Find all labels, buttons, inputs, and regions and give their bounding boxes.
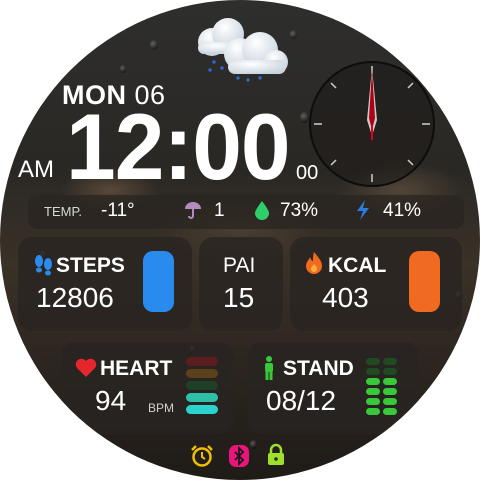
flame-icon	[306, 252, 322, 274]
weather-snow-cloud-icon	[198, 18, 288, 82]
alarm-clock-icon[interactable]	[190, 444, 214, 468]
heart-unit: BPM	[148, 401, 175, 415]
pai-value: 15	[223, 282, 255, 313]
temp-label: TEMP.	[44, 204, 83, 219]
rain-drop	[150, 40, 158, 50]
footprints-icon	[35, 255, 52, 276]
clock-time: 12:00	[66, 94, 291, 199]
battery-value: 41%	[383, 200, 422, 221]
kcal-value: 403	[322, 282, 369, 313]
bluetooth-icon[interactable]	[228, 444, 250, 468]
heart-zone-bar	[186, 381, 218, 390]
rain-drop	[250, 440, 257, 449]
standing-person-icon	[265, 356, 273, 380]
battery-bolt-icon	[357, 200, 369, 220]
kcal-progress-pill	[409, 251, 440, 312]
pai-label: PAI	[223, 254, 256, 277]
kcal-label: KCAL	[328, 254, 387, 277]
ampm-indicator: AM	[18, 156, 54, 183]
steps-value: 12806	[36, 282, 114, 313]
temperature-value: -11°	[101, 200, 135, 221]
rain-drop	[120, 65, 126, 73]
heart-zone-bar	[186, 405, 218, 414]
stand-hours-grid	[366, 358, 397, 415]
heart-zone-bar	[186, 393, 218, 402]
precipitation-value: 1	[214, 200, 225, 221]
umbrella-icon	[185, 202, 201, 219]
humidity-drop-icon	[255, 201, 269, 220]
steps-progress-pill	[143, 251, 174, 312]
heart-icon	[75, 358, 97, 377]
humidity-value: 73%	[280, 200, 319, 221]
lock-icon[interactable]	[265, 443, 287, 467]
compass-dial	[309, 61, 435, 187]
watch-face: MON 06 AM 12:00 00 TEMP. -11° 1 73% 41% …	[0, 0, 480, 480]
heart-label: HEART	[100, 357, 173, 380]
heart-zone-bar	[186, 369, 218, 378]
stand-value: 08/12	[266, 385, 337, 416]
stand-label: STAND	[283, 357, 354, 380]
steps-label: STEPS	[56, 254, 125, 277]
heart-zone-bar	[186, 357, 218, 366]
heart-value: 94	[95, 385, 127, 416]
